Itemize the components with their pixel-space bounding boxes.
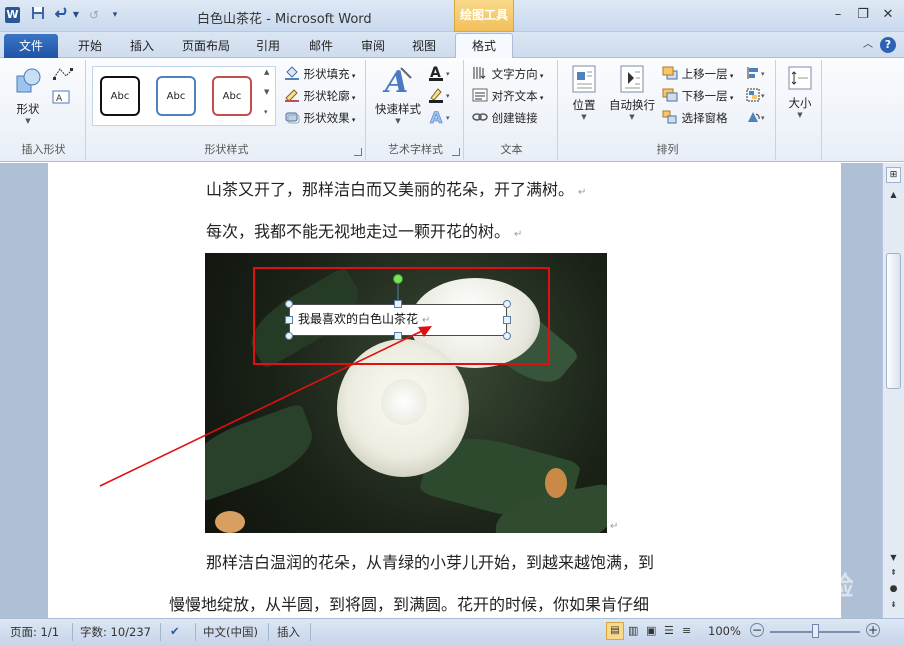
watermark-logo: Bai du 经验	[700, 572, 854, 602]
annotation-arrow	[99, 326, 432, 487]
watermark-url: jingyan.baidu.com	[724, 602, 826, 615]
next-page-icon[interactable]: ⇟	[886, 600, 901, 614]
full-screen-reading-view-icon[interactable]: ▥	[628, 624, 638, 637]
page-count[interactable]: 页面: 1/1	[10, 624, 59, 640]
vertical-scrollbar[interactable]: ⊞ ▲ ▼ ⇞ ● ⇟	[882, 163, 904, 618]
zoom-level[interactable]: 100%	[708, 624, 741, 638]
zoom-slider-thumb[interactable]	[812, 624, 819, 638]
language-indicator[interactable]: 中文(中国)	[203, 624, 258, 640]
previous-page-icon[interactable]: ⇞	[886, 568, 901, 582]
word-count[interactable]: 字数: 10/237	[80, 624, 151, 640]
scroll-down-icon[interactable]: ▼	[886, 551, 901, 565]
zoom-in-icon[interactable]: +	[866, 623, 880, 637]
proofing-icon[interactable]: ✔	[170, 624, 180, 638]
browse-object-icon[interactable]: ●	[886, 584, 901, 598]
insert-mode-indicator[interactable]: 插入	[277, 624, 300, 640]
print-layout-view-icon[interactable]: ▤	[606, 622, 624, 640]
ruler-toggle-icon[interactable]: ⊞	[886, 167, 901, 183]
outline-view-icon[interactable]: ☰	[664, 624, 674, 637]
status-bar: 页面: 1/1 字数: 10/237 ✔ 中文(中国) 插入 ▤ ▥ ▣ ☰ ≡…	[0, 618, 904, 645]
web-layout-view-icon[interactable]: ▣	[646, 624, 656, 637]
draft-view-icon[interactable]: ≡	[682, 624, 691, 637]
zoom-out-icon[interactable]: −	[750, 623, 764, 637]
scroll-up-icon[interactable]: ▲	[886, 187, 901, 203]
scroll-thumb[interactable]	[886, 253, 901, 389]
